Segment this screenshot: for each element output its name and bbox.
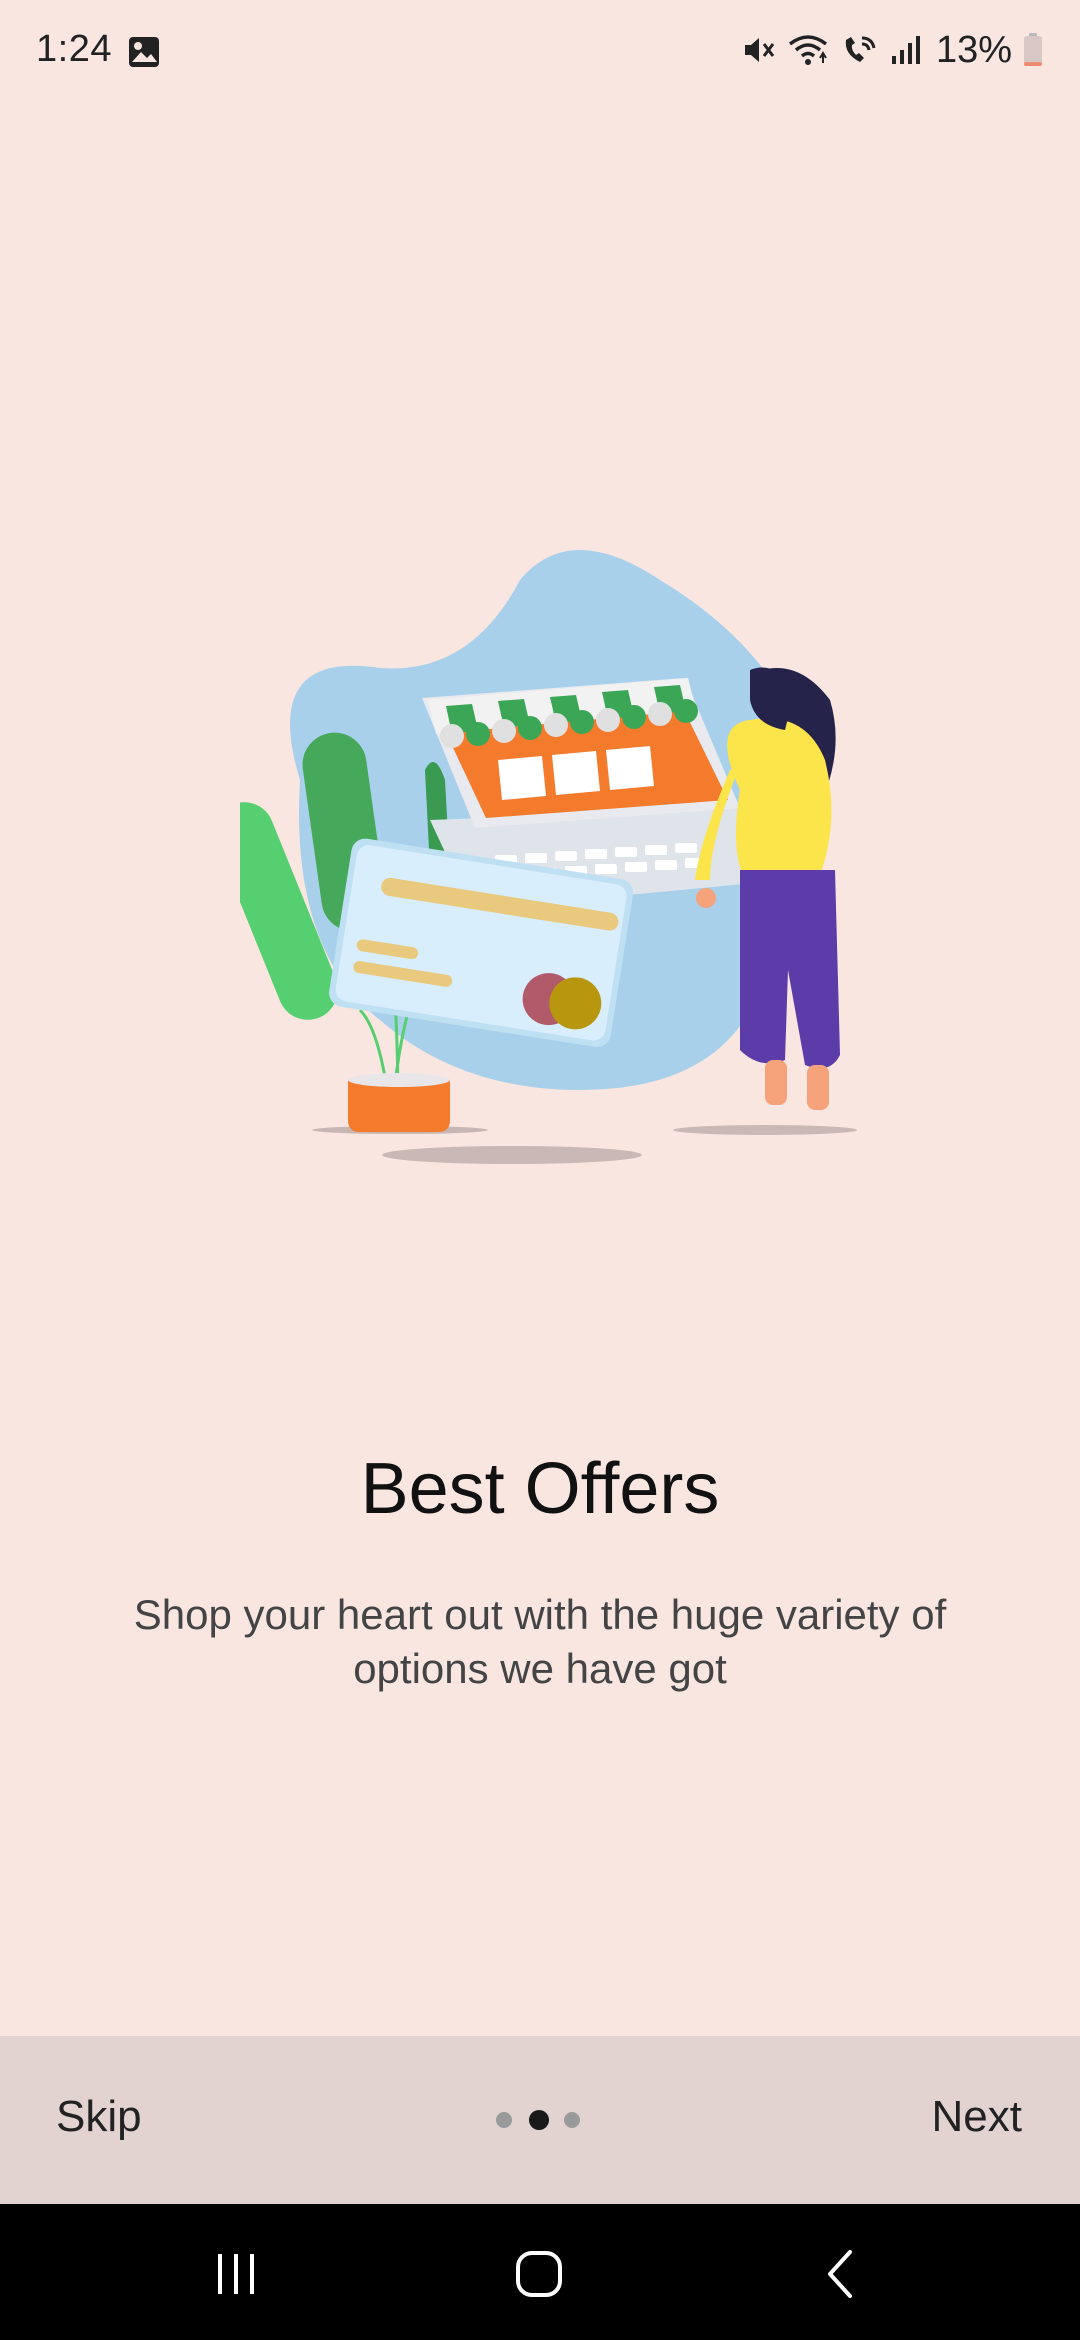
page-indicator	[496, 2110, 586, 2130]
battery-percent: 13%	[935, 28, 1012, 71]
page-dot-active	[529, 2110, 549, 2130]
status-time: 1:24	[36, 28, 112, 70]
battery-icon	[1024, 33, 1042, 66]
wifi-call-icon	[845, 36, 876, 62]
page-dot	[564, 2112, 580, 2128]
onboarding-illustration	[240, 550, 857, 1164]
onboarding-bottom-bar: Skip Next	[0, 2036, 1080, 2204]
plant-pot	[348, 1080, 450, 1132]
back-icon[interactable]	[812, 2244, 872, 2304]
status-icons: 13%	[740, 26, 1044, 74]
mute-icon	[744, 38, 775, 62]
skip-button[interactable]: Skip	[56, 2092, 142, 2142]
page-dot	[496, 2112, 512, 2128]
onboarding-title: Best Offers	[360, 1449, 720, 1529]
home-icon[interactable]	[509, 2244, 569, 2304]
onboarding-description: Shop your heart out with the huge variet…	[133, 1591, 947, 1692]
next-button[interactable]: Next	[932, 2092, 1022, 2142]
gallery-icon	[129, 37, 159, 67]
system-nav-bar	[0, 2204, 1080, 2340]
signal-icon	[891, 36, 920, 64]
status-bar: 1:24 13%	[0, 0, 1080, 100]
wifi-icon	[788, 35, 828, 65]
recent-apps-icon[interactable]	[206, 2244, 266, 2304]
